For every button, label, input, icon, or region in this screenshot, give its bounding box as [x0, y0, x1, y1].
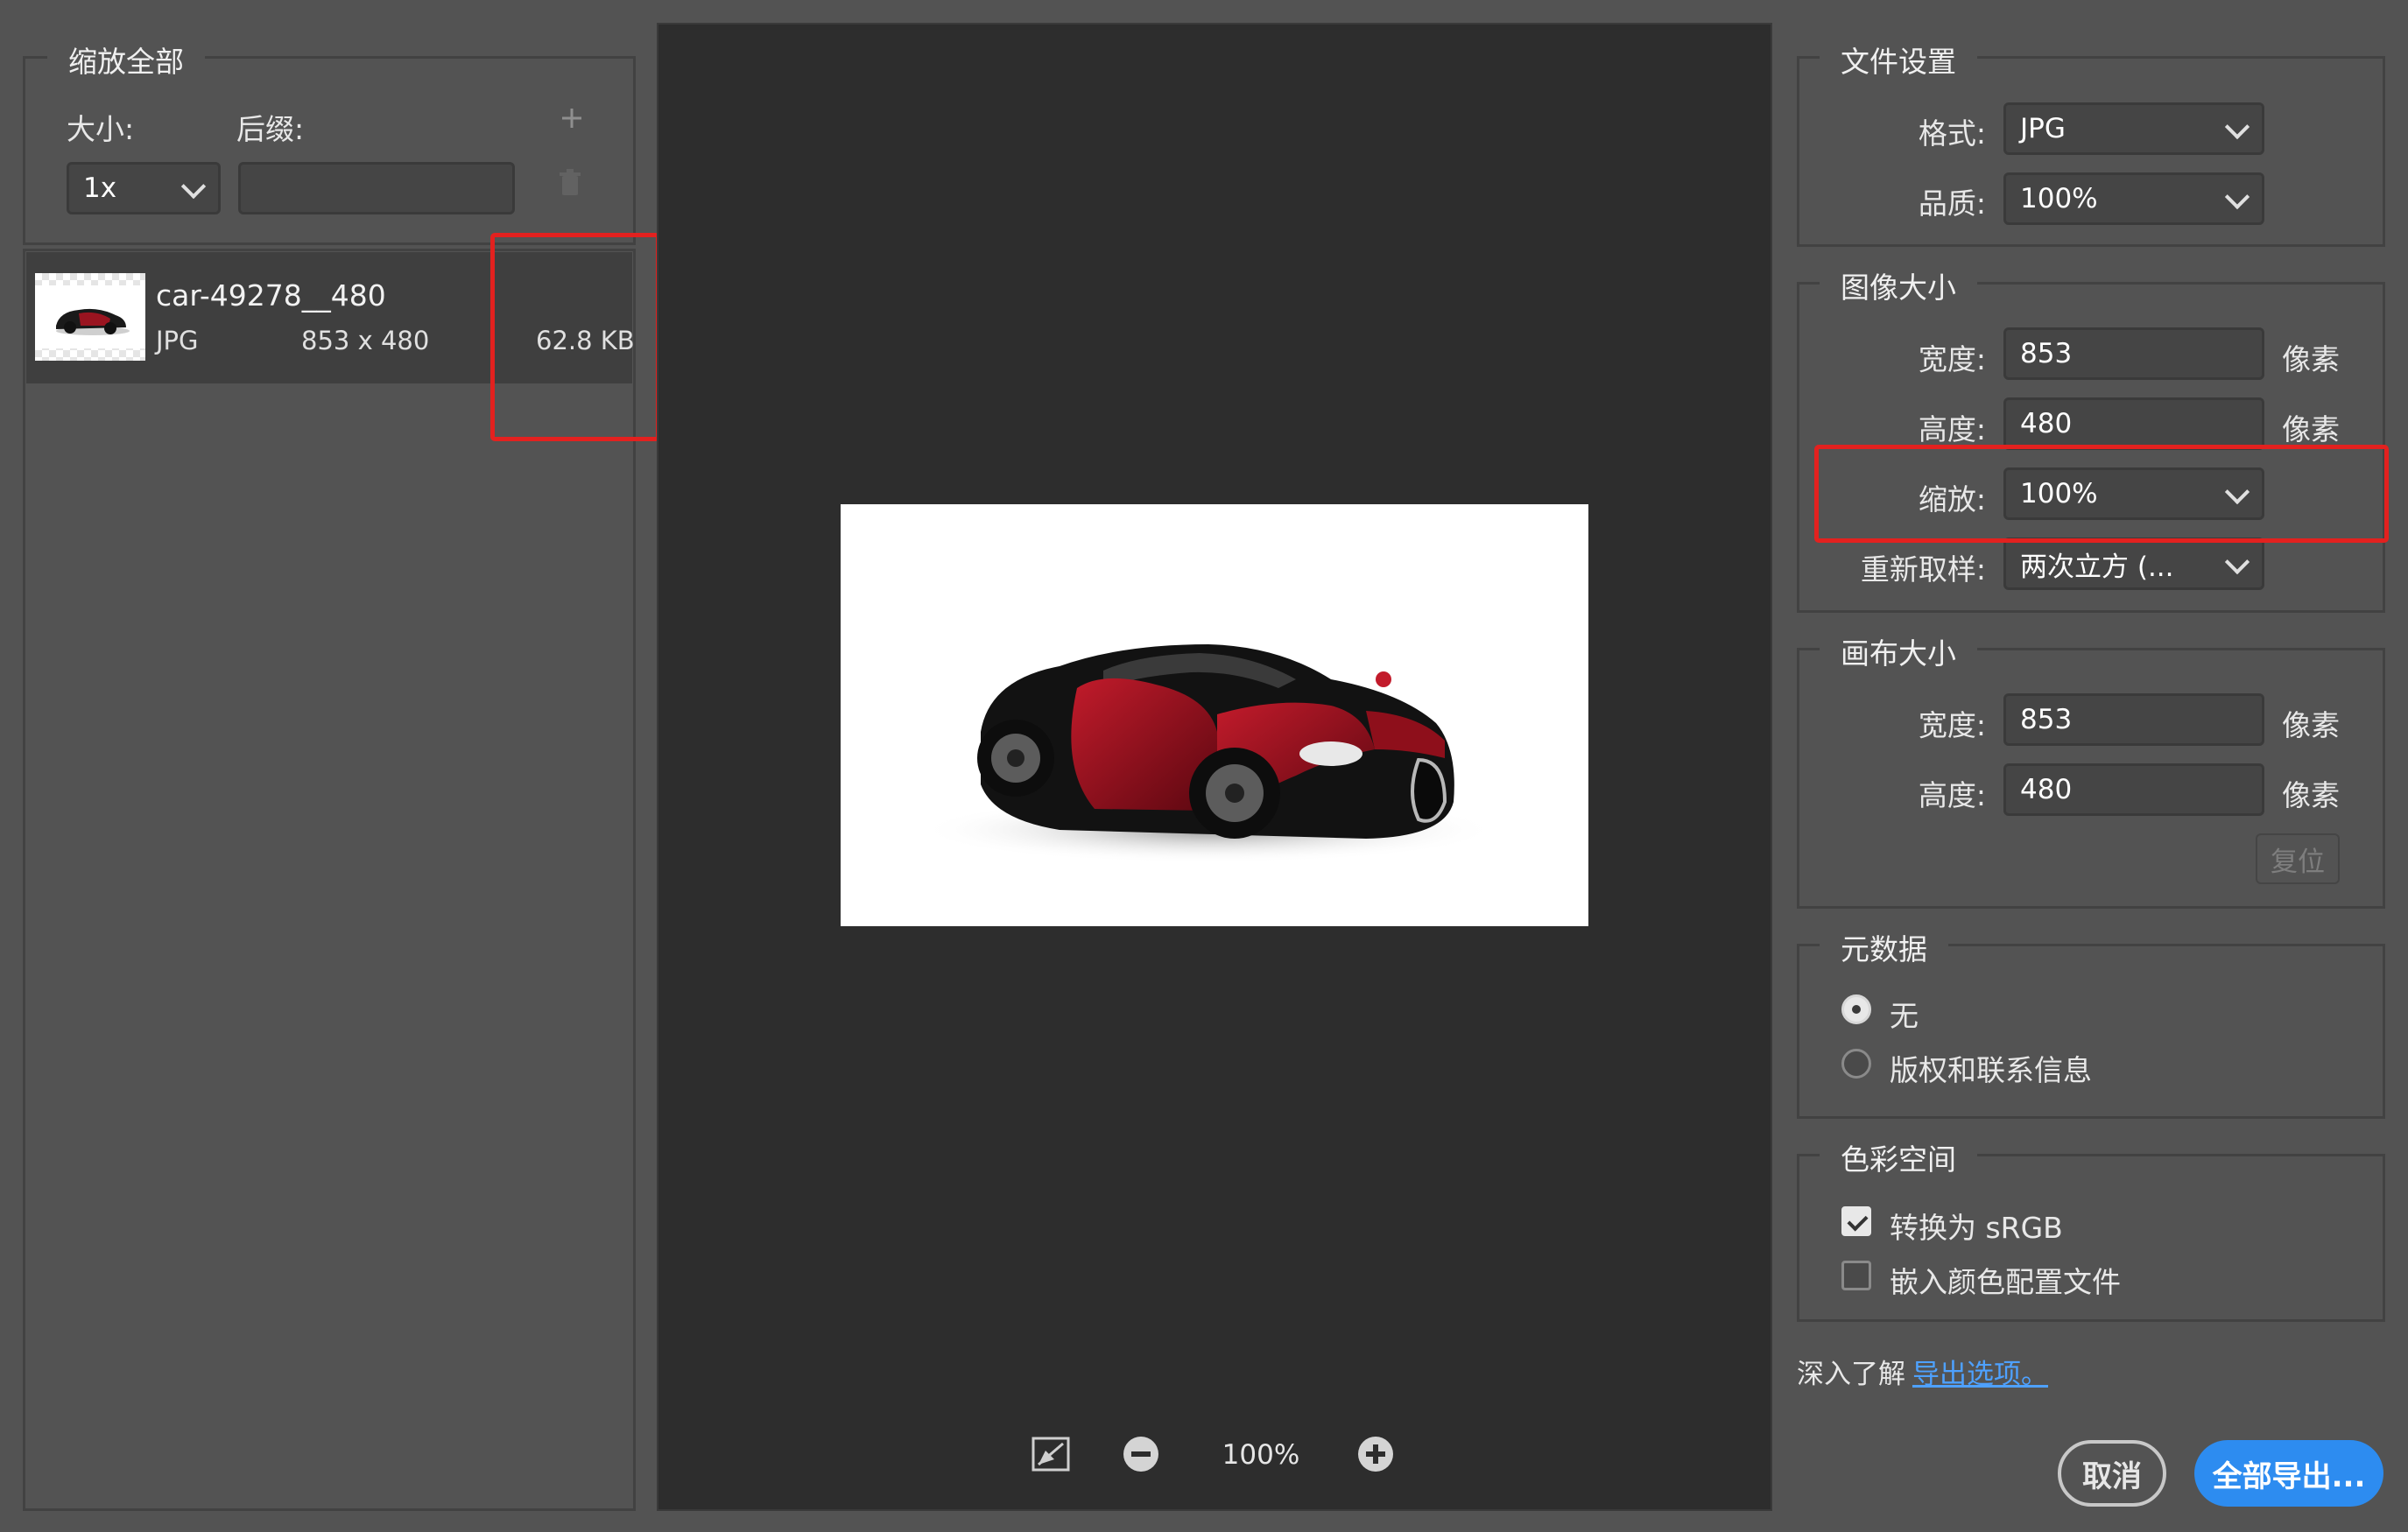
canvas-width-unit: 像素: [2282, 708, 2340, 742]
resample-label: 重新取样:: [1860, 552, 1986, 587]
zoom-in-icon[interactable]: [1357, 1436, 1394, 1472]
reset-button[interactable]: 复位: [2256, 833, 2340, 884]
zoom-level: 100%: [1222, 1439, 1300, 1471]
toggle-preview-icon[interactable]: [1031, 1437, 1070, 1472]
chevron-down-icon: [2224, 184, 2250, 210]
metadata-none-label: 无: [1890, 999, 1919, 1033]
canvas-width-label: 宽度:: [1918, 708, 1986, 742]
trash-icon[interactable]: [557, 168, 583, 198]
quality-value: 100%: [2020, 183, 2098, 214]
convert-srgb-label: 转换为 sRGB: [1890, 1211, 2063, 1245]
learn-more-text: 深入了解: [1797, 1359, 1905, 1390]
scale-all-title: 缩放全部: [47, 39, 205, 81]
asset-name: car-49278__480: [156, 278, 386, 313]
image-height-input[interactable]: 480: [2003, 397, 2264, 450]
convert-srgb-checkbox[interactable]: [1841, 1206, 1871, 1236]
metadata-none-radio[interactable]: [1841, 994, 1871, 1024]
image-size-title: 图像大小: [1820, 264, 1977, 306]
resample-value: 两次立方 (...: [2020, 551, 2174, 583]
filesize-highlight: [490, 233, 660, 441]
quality-select[interactable]: 100%: [2003, 172, 2264, 225]
size-select[interactable]: 1x: [67, 162, 221, 214]
size-label: 大小:: [67, 112, 135, 146]
asset-dimensions: 853 x 480: [301, 326, 430, 355]
zoom-out-icon[interactable]: [1123, 1436, 1159, 1472]
image-width-label: 宽度:: [1918, 342, 1986, 376]
cancel-button[interactable]: 取消: [2058, 1440, 2166, 1507]
chevron-down-icon: [2224, 549, 2250, 575]
export-all-button[interactable]: 全部导出...: [2194, 1440, 2383, 1507]
image-height-unit: 像素: [2282, 412, 2340, 446]
metadata-copyright-radio[interactable]: [1841, 1049, 1871, 1079]
asset-thumbnail: [35, 273, 145, 361]
image-height-label: 高度:: [1918, 412, 1986, 446]
chevron-down-icon: [2224, 114, 2250, 140]
metadata-panel: [1797, 944, 2385, 1119]
metadata-copyright-label: 版权和联系信息: [1890, 1053, 2092, 1087]
image-width-unit: 像素: [2282, 342, 2340, 376]
canvas-size-title: 画布大小: [1820, 630, 1977, 672]
canvas-height-unit: 像素: [2282, 778, 2340, 812]
scale-all-panel: [23, 56, 636, 245]
scale-highlight: [1814, 445, 2389, 543]
export-options-link[interactable]: 导出选项。: [1912, 1352, 2048, 1391]
size-select-value: 1x: [83, 172, 117, 204]
chevron-down-icon: [180, 173, 207, 200]
format-label: 格式:: [1918, 116, 1986, 151]
metadata-title: 元数据: [1820, 926, 1948, 968]
canvas-height-label: 高度:: [1918, 778, 1986, 812]
quality-label: 品质:: [1918, 186, 1986, 221]
asset-format: JPG: [156, 326, 199, 355]
canvas-width-input[interactable]: 853: [2003, 693, 2264, 746]
add-scale-icon[interactable]: [560, 107, 583, 130]
suffix-label: 后缀:: [236, 112, 305, 146]
embed-profile-checkbox[interactable]: [1841, 1261, 1871, 1290]
image-width-input[interactable]: 853: [2003, 327, 2264, 380]
format-select[interactable]: JPG: [2003, 102, 2264, 155]
canvas-height-input[interactable]: 480: [2003, 763, 2264, 816]
resample-select[interactable]: 两次立方 (...: [2003, 538, 2264, 590]
color-space-title: 色彩空间: [1820, 1136, 1977, 1178]
file-settings-title: 文件设置: [1820, 39, 1977, 81]
preview-image: [841, 504, 1588, 926]
format-value: JPG: [2020, 113, 2066, 144]
suffix-input[interactable]: [238, 162, 515, 214]
embed-profile-label: 嵌入颜色配置文件: [1890, 1265, 2121, 1299]
